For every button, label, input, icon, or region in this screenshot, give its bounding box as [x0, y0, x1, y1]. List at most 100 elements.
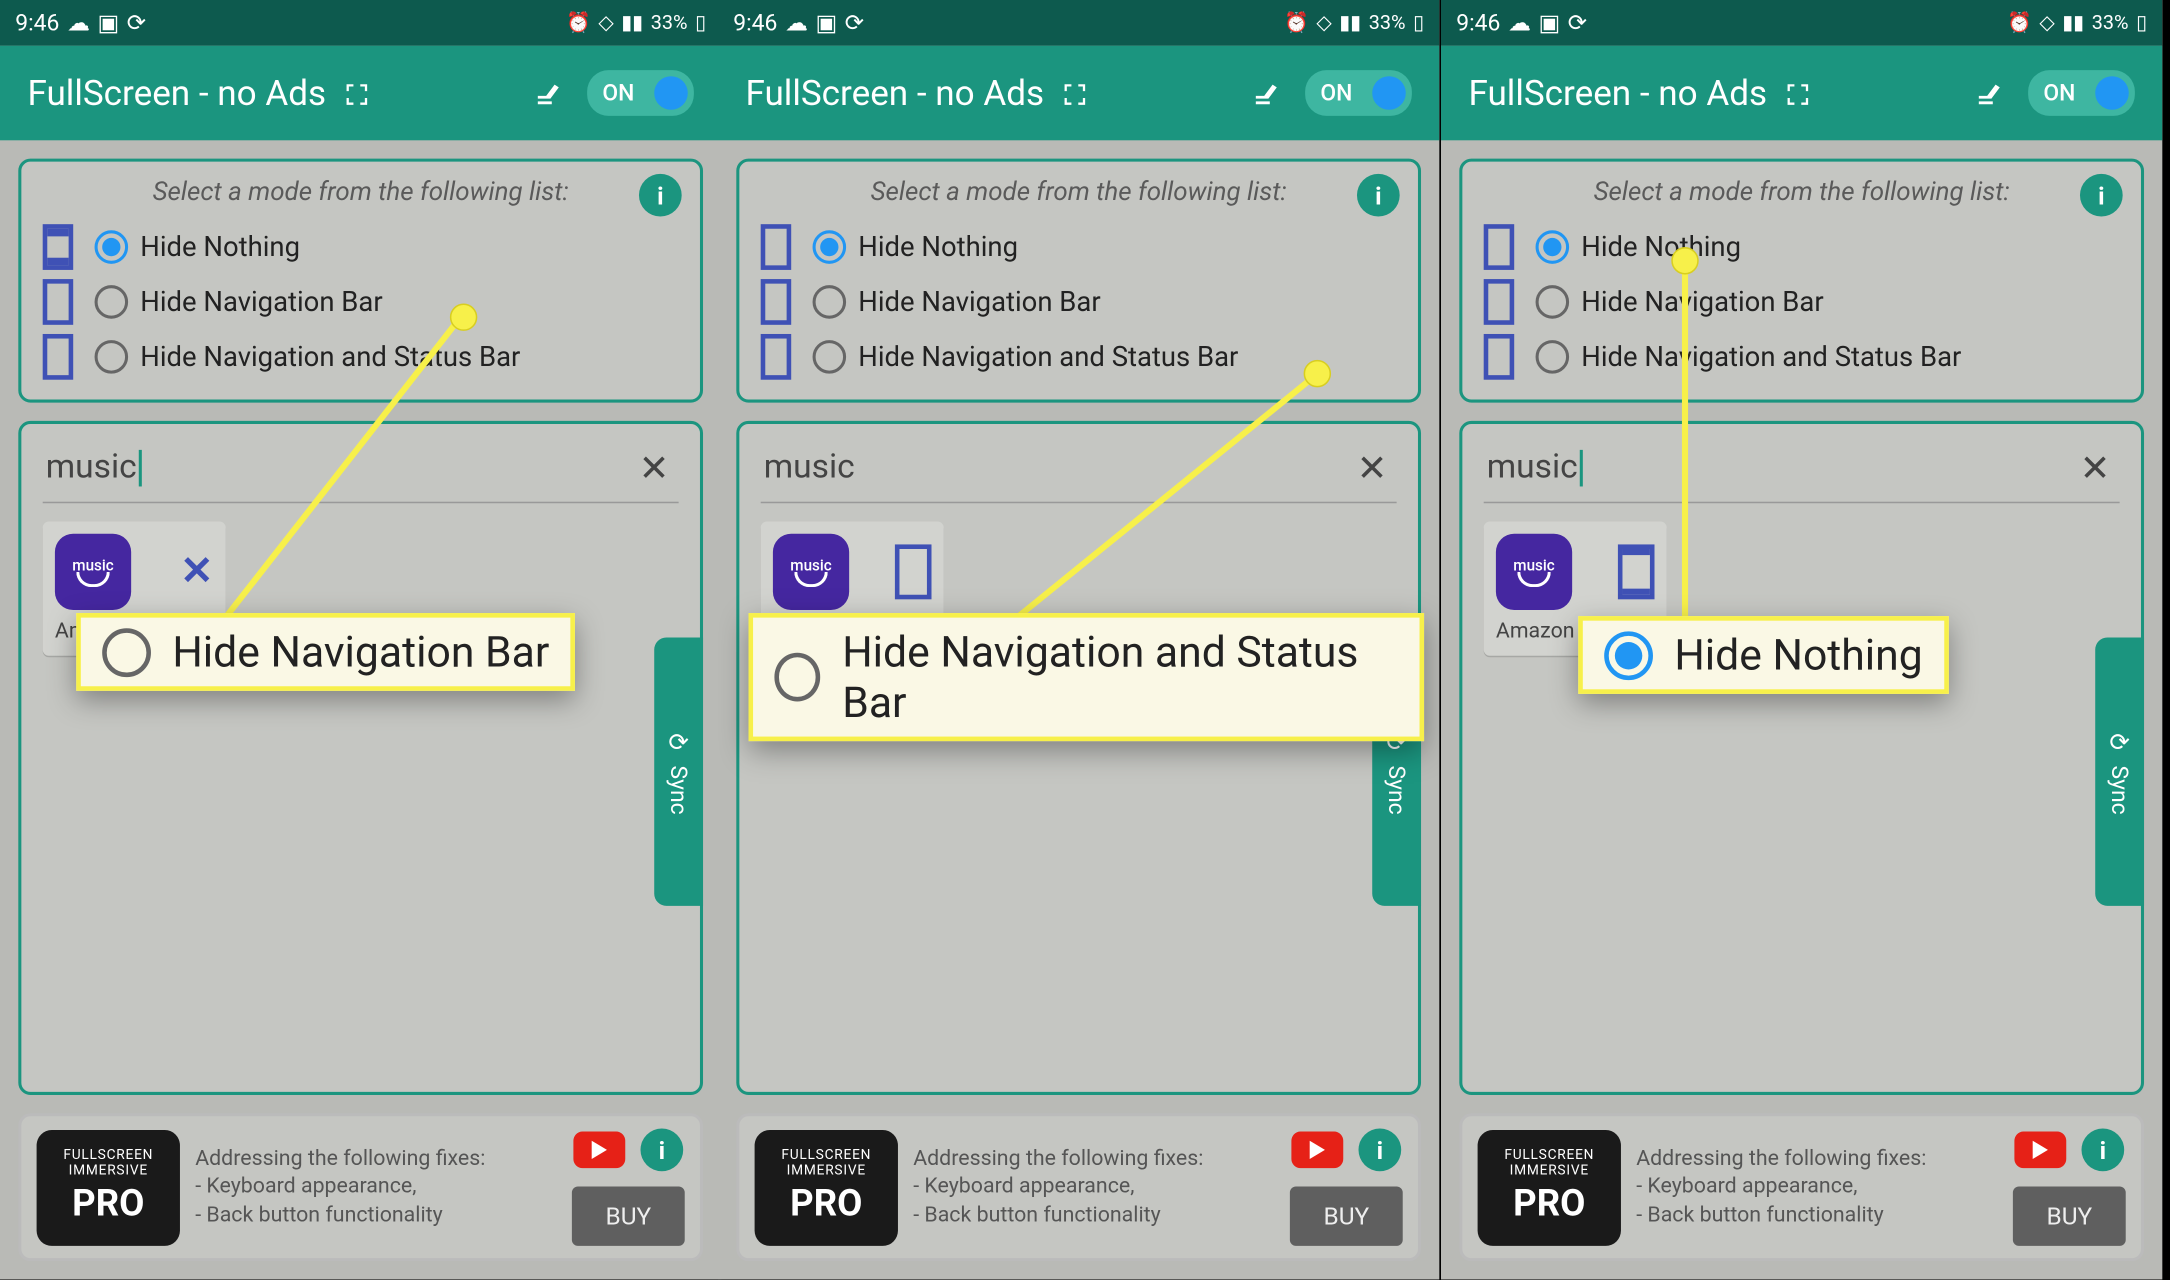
signal-icon: ▮▮: [1339, 11, 1361, 34]
mode-option-nav-status[interactable]: Hide Navigation and Status Bar: [761, 329, 1397, 384]
rect-icon-nothing: [1484, 224, 1515, 270]
annotation-dot: [450, 303, 477, 330]
radio-icon: [102, 628, 151, 677]
mode-card: i Select a mode from the following list:…: [18, 159, 703, 403]
mode-option-nothing[interactable]: Hide Nothing: [761, 220, 1397, 275]
wifi-icon: ◇: [1316, 11, 1331, 34]
wifi-icon: ◇: [2039, 11, 2054, 34]
pro-badge-main: PRO: [790, 1182, 862, 1225]
fullscreen-icon: [1783, 81, 1810, 108]
radio-icon: [813, 285, 847, 319]
tile-mode-icon: [895, 544, 932, 599]
toggle-label: ON: [2043, 79, 2075, 106]
buy-button[interactable]: BUY: [572, 1186, 685, 1245]
clear-search-button[interactable]: ✕: [1348, 446, 1397, 489]
mode-option-nav[interactable]: Hide Navigation Bar: [761, 275, 1397, 330]
pour-icon[interactable]: [532, 76, 566, 110]
radio-icon: [774, 653, 820, 702]
search-value: music: [764, 448, 855, 486]
amazon-music-icon: music: [773, 534, 849, 610]
mode-option-nav-status[interactable]: Hide Navigation and Status Bar: [1484, 329, 2120, 384]
buy-button[interactable]: BUY: [1290, 1186, 1403, 1245]
info-button[interactable]: i: [639, 174, 682, 217]
sync-label: Sync: [665, 766, 692, 815]
radio-checked-icon: [813, 230, 847, 264]
battery-pct: 33%: [651, 11, 688, 34]
pro-badge-top: FULLSCREEN IMMERSIVE: [37, 1149, 180, 1179]
mode-label: Hide Navigation Bar: [140, 286, 382, 318]
sync-button[interactable]: ⟳ Sync: [2095, 637, 2144, 905]
radio-checked-icon: [1536, 230, 1570, 264]
amazon-music-icon: music: [55, 534, 131, 610]
mode-option-nav[interactable]: Hide Navigation Bar: [43, 275, 679, 330]
mode-option-nav[interactable]: Hide Navigation Bar: [1484, 275, 2120, 330]
rect-icon-navstatus: [1484, 334, 1515, 380]
mode-card: i Select a mode from the following list:…: [1459, 159, 2144, 403]
fix-line: - Back button functionality: [195, 1201, 556, 1229]
mode-option-nothing[interactable]: Hide Nothing: [1484, 220, 2120, 275]
radio-icon: [1536, 285, 1570, 319]
fullscreen-icon: [342, 81, 369, 108]
mode-label: Hide Navigation Bar: [858, 286, 1100, 318]
info-button[interactable]: i: [1357, 174, 1400, 217]
on-toggle[interactable]: ON: [2028, 70, 2135, 116]
pro-card: FULLSCREEN IMMERSIVE PRO Addressing the …: [18, 1113, 703, 1261]
callout-hide-nav: Hide Navigation Bar: [76, 613, 575, 691]
pro-badge-top: FULLSCREEN IMMERSIVE: [1478, 1149, 1621, 1179]
text-cursor: [1579, 450, 1582, 487]
info-button[interactable]: i: [2080, 174, 2123, 217]
app-title: FullScreen - no Ads: [745, 72, 1250, 113]
callout-label: Hide Nothing: [1674, 630, 1922, 680]
battery-icon: ▯: [1413, 11, 1424, 34]
callout-hide-nothing: Hide Nothing: [1578, 616, 1948, 694]
app-title-text: FullScreen - no Ads: [27, 72, 326, 113]
app-tile[interactable]: music: [761, 522, 944, 623]
info-button[interactable]: i: [2082, 1129, 2125, 1172]
alarm-icon: ⏰: [2007, 11, 2032, 34]
rect-icon-nav: [761, 279, 792, 325]
info-button[interactable]: i: [641, 1129, 684, 1172]
mode-card-title: Select a mode from the following list:: [761, 177, 1397, 208]
search-input[interactable]: music: [1484, 442, 2071, 493]
buy-button[interactable]: BUY: [2013, 1186, 2126, 1245]
slot-3: 9:46 ☁ ▣ ⟳ ⏰ ◇ ▮▮ 33% ▯ FullSc: [1441, 0, 2170, 1280]
wifi-icon: ◇: [598, 11, 613, 34]
sync-icon: ⟳: [1568, 9, 1587, 36]
status-bar: 9:46 ☁ ▣ ⟳ ⏰ ◇ ▮▮ 33% ▯: [0, 0, 721, 46]
pour-icon[interactable]: [1250, 76, 1284, 110]
search-value: music: [1487, 448, 1578, 486]
app-title-text: FullScreen - no Ads: [745, 72, 1044, 113]
fix-line: - Back button functionality: [913, 1201, 1274, 1229]
pro-badge-main: PRO: [1513, 1182, 1585, 1225]
cloud-icon: ☁: [785, 9, 808, 36]
clear-search-button[interactable]: ✕: [2071, 446, 2120, 489]
on-toggle[interactable]: ON: [1305, 70, 1412, 116]
toggle-label: ON: [1320, 79, 1352, 106]
phone-3: 9:46 ☁ ▣ ⟳ ⏰ ◇ ▮▮ 33% ▯ FullSc: [1441, 0, 2162, 1279]
sync-button[interactable]: ⟳ Sync: [654, 637, 703, 905]
search-input[interactable]: music: [761, 442, 1348, 492]
youtube-icon[interactable]: [573, 1132, 625, 1169]
toggle-label: ON: [602, 79, 634, 106]
mode-label: Hide Navigation and Status Bar: [140, 341, 520, 373]
search-input[interactable]: music: [43, 442, 630, 493]
mode-option-nav-status[interactable]: Hide Navigation and Status Bar: [43, 329, 679, 384]
fixes-text: Addressing the following fixes: - Keyboa…: [195, 1146, 556, 1229]
fullscreen-icon: [1060, 81, 1087, 108]
pour-icon[interactable]: [1973, 76, 2007, 110]
search-value: music: [46, 448, 137, 486]
mode-card-title: Select a mode from the following list:: [1484, 177, 2120, 208]
mode-option-nothing[interactable]: Hide Nothing: [43, 220, 679, 275]
mode-label: Hide Navigation and Status Bar: [858, 341, 1238, 373]
info-button[interactable]: i: [1359, 1129, 1402, 1172]
tile-remove-icon[interactable]: ✕: [180, 549, 213, 595]
phone-1: 9:46 ☁ ▣ ⟳ ⏰ ◇ ▮▮ 33% ▯ FullSc: [0, 0, 721, 1279]
youtube-icon[interactable]: [2014, 1132, 2066, 1169]
radio-icon: [95, 285, 129, 319]
on-toggle[interactable]: ON: [587, 70, 694, 116]
pro-badge: FULLSCREEN IMMERSIVE PRO: [755, 1129, 898, 1245]
clear-search-button[interactable]: ✕: [630, 446, 679, 489]
callout-label: Hide Navigation and Status Bar: [842, 627, 1398, 728]
youtube-icon[interactable]: [1291, 1132, 1343, 1169]
sync-icon: ⟳: [845, 9, 864, 36]
